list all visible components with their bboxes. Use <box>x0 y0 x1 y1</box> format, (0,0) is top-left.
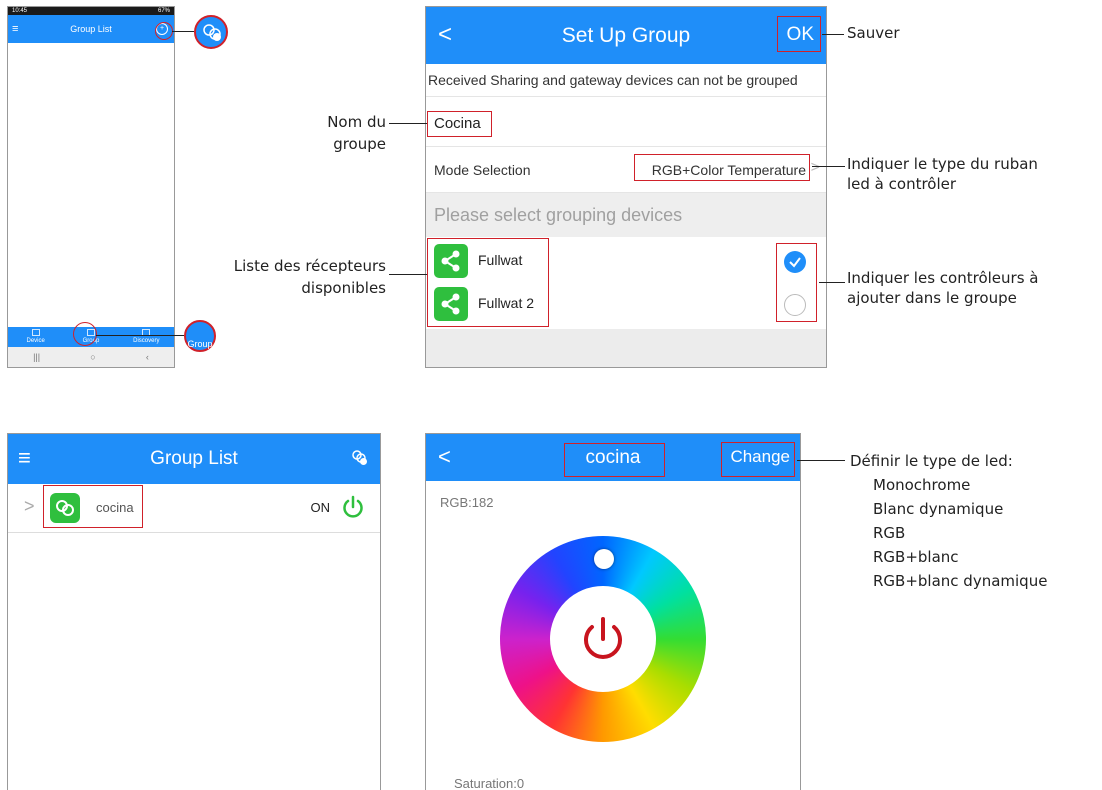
nav-group-highlight <box>73 322 97 346</box>
connector-line <box>822 34 844 35</box>
rgb-readout: RGB:182 <box>440 495 494 510</box>
mode-value-highlight <box>634 154 810 181</box>
connector-line <box>96 335 184 336</box>
chevron-right-icon: > <box>810 159 820 176</box>
app-bar: ≡ Group List + <box>8 15 174 43</box>
color-wheel-knob[interactable] <box>594 549 614 569</box>
title-highlight <box>564 443 665 477</box>
device-list-highlight <box>427 238 549 327</box>
callout-group-name-1: Nom du <box>327 113 386 131</box>
connector-line <box>389 123 427 124</box>
recent-apps-key[interactable]: ||| <box>33 352 40 362</box>
connector-line <box>389 274 427 275</box>
led-type-item: Blanc dynamique <box>873 500 1004 518</box>
group-item-highlight <box>43 485 143 528</box>
group-name-highlight <box>427 111 492 137</box>
callout-receivers-1: Liste des récepteurs <box>233 257 386 275</box>
callout-save: Sauver <box>847 24 900 42</box>
connector-line <box>812 166 845 167</box>
callout-group-name-2: groupe <box>333 135 386 153</box>
led-type-item: RGB+blanc dynamique <box>873 572 1048 590</box>
change-highlight <box>721 442 795 477</box>
status-time: 10:45 <box>12 8 28 14</box>
callout-strip-type-2: led à contrôler <box>847 175 957 193</box>
app-bar: ≡ Group List <box>8 434 380 484</box>
phone-group-list-small: 10:45 67% ≡ Group List + Device Group Di… <box>7 6 175 368</box>
callout-receivers-2: disponibles <box>301 279 386 297</box>
battery-level: 67% <box>157 8 170 14</box>
power-icon[interactable] <box>340 494 366 525</box>
page-title: Group List <box>70 24 112 34</box>
callout-controllers-2: ajouter dans le groupe <box>847 289 1017 307</box>
system-nav-bar: ||| ○ ‹ <box>8 347 174 367</box>
phone-group-control: < cocina Change RGB:182 Saturation:0 <box>425 433 801 790</box>
home-key[interactable]: ○ <box>90 352 95 362</box>
add-group-icon[interactable] <box>350 448 368 466</box>
mode-selection-label: Mode Selection <box>434 162 531 178</box>
select-devices-hint: Please select grouping devices <box>426 193 826 237</box>
color-wheel-center <box>550 586 656 692</box>
led-type-item: RGB <box>873 524 906 542</box>
color-wheel[interactable] <box>500 536 706 742</box>
back-key[interactable]: ‹ <box>146 352 149 362</box>
ok-highlight <box>777 16 821 52</box>
callout-controllers-1: Indiquer les contrôleurs à <box>847 269 1039 287</box>
connector-line <box>797 460 845 461</box>
chevron-right-icon[interactable]: > <box>24 496 35 517</box>
menu-icon[interactable]: ≡ <box>12 23 18 35</box>
add-group-highlight <box>155 22 173 40</box>
checkbox-highlight <box>776 243 817 322</box>
callout-led-type-title: Définir le type de led: <box>850 452 1013 470</box>
led-type-item: Monochrome <box>873 476 971 494</box>
app-bar: < Set Up Group OK <box>426 7 826 64</box>
connector-line <box>172 31 194 32</box>
group-badge-label: Group <box>187 339 213 349</box>
nav-discovery[interactable]: Discovery <box>119 327 174 347</box>
add-group-zoom-icon <box>194 15 228 49</box>
group-tab-zoom-icon: Group <box>184 320 216 352</box>
led-type-item: RGB+blanc <box>873 548 959 566</box>
grouping-warning: Received Sharing and gateway devices can… <box>426 64 826 97</box>
power-icon[interactable] <box>550 586 656 692</box>
status-bar: 10:45 67% <box>8 7 174 15</box>
page-title: Group List <box>150 448 238 469</box>
callout-strip-type-1: Indiquer le type du ruban <box>847 155 1038 173</box>
nav-device[interactable]: Device <box>8 327 63 347</box>
group-state: ON <box>310 500 331 515</box>
connector-line <box>819 282 845 283</box>
page-title: Set Up Group <box>561 24 691 47</box>
saturation-readout: Saturation:0 <box>454 776 525 790</box>
